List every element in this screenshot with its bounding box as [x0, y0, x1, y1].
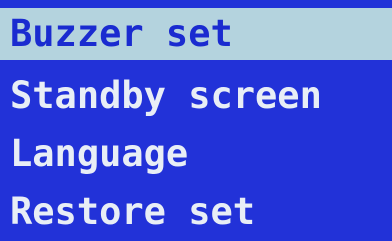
menu-item-standby-screen[interactable]: Standby screen: [0, 70, 392, 122]
menu-item-buzzer-set[interactable]: Buzzer set: [0, 8, 392, 60]
menu-item-restore-set[interactable]: Restore set: [0, 186, 392, 238]
menu-item-language[interactable]: Language: [0, 128, 392, 180]
settings-menu: Buzzer set Standby screen Language Resto…: [0, 0, 392, 241]
lcd-screen: Buzzer set Standby screen Language Resto…: [0, 0, 392, 241]
